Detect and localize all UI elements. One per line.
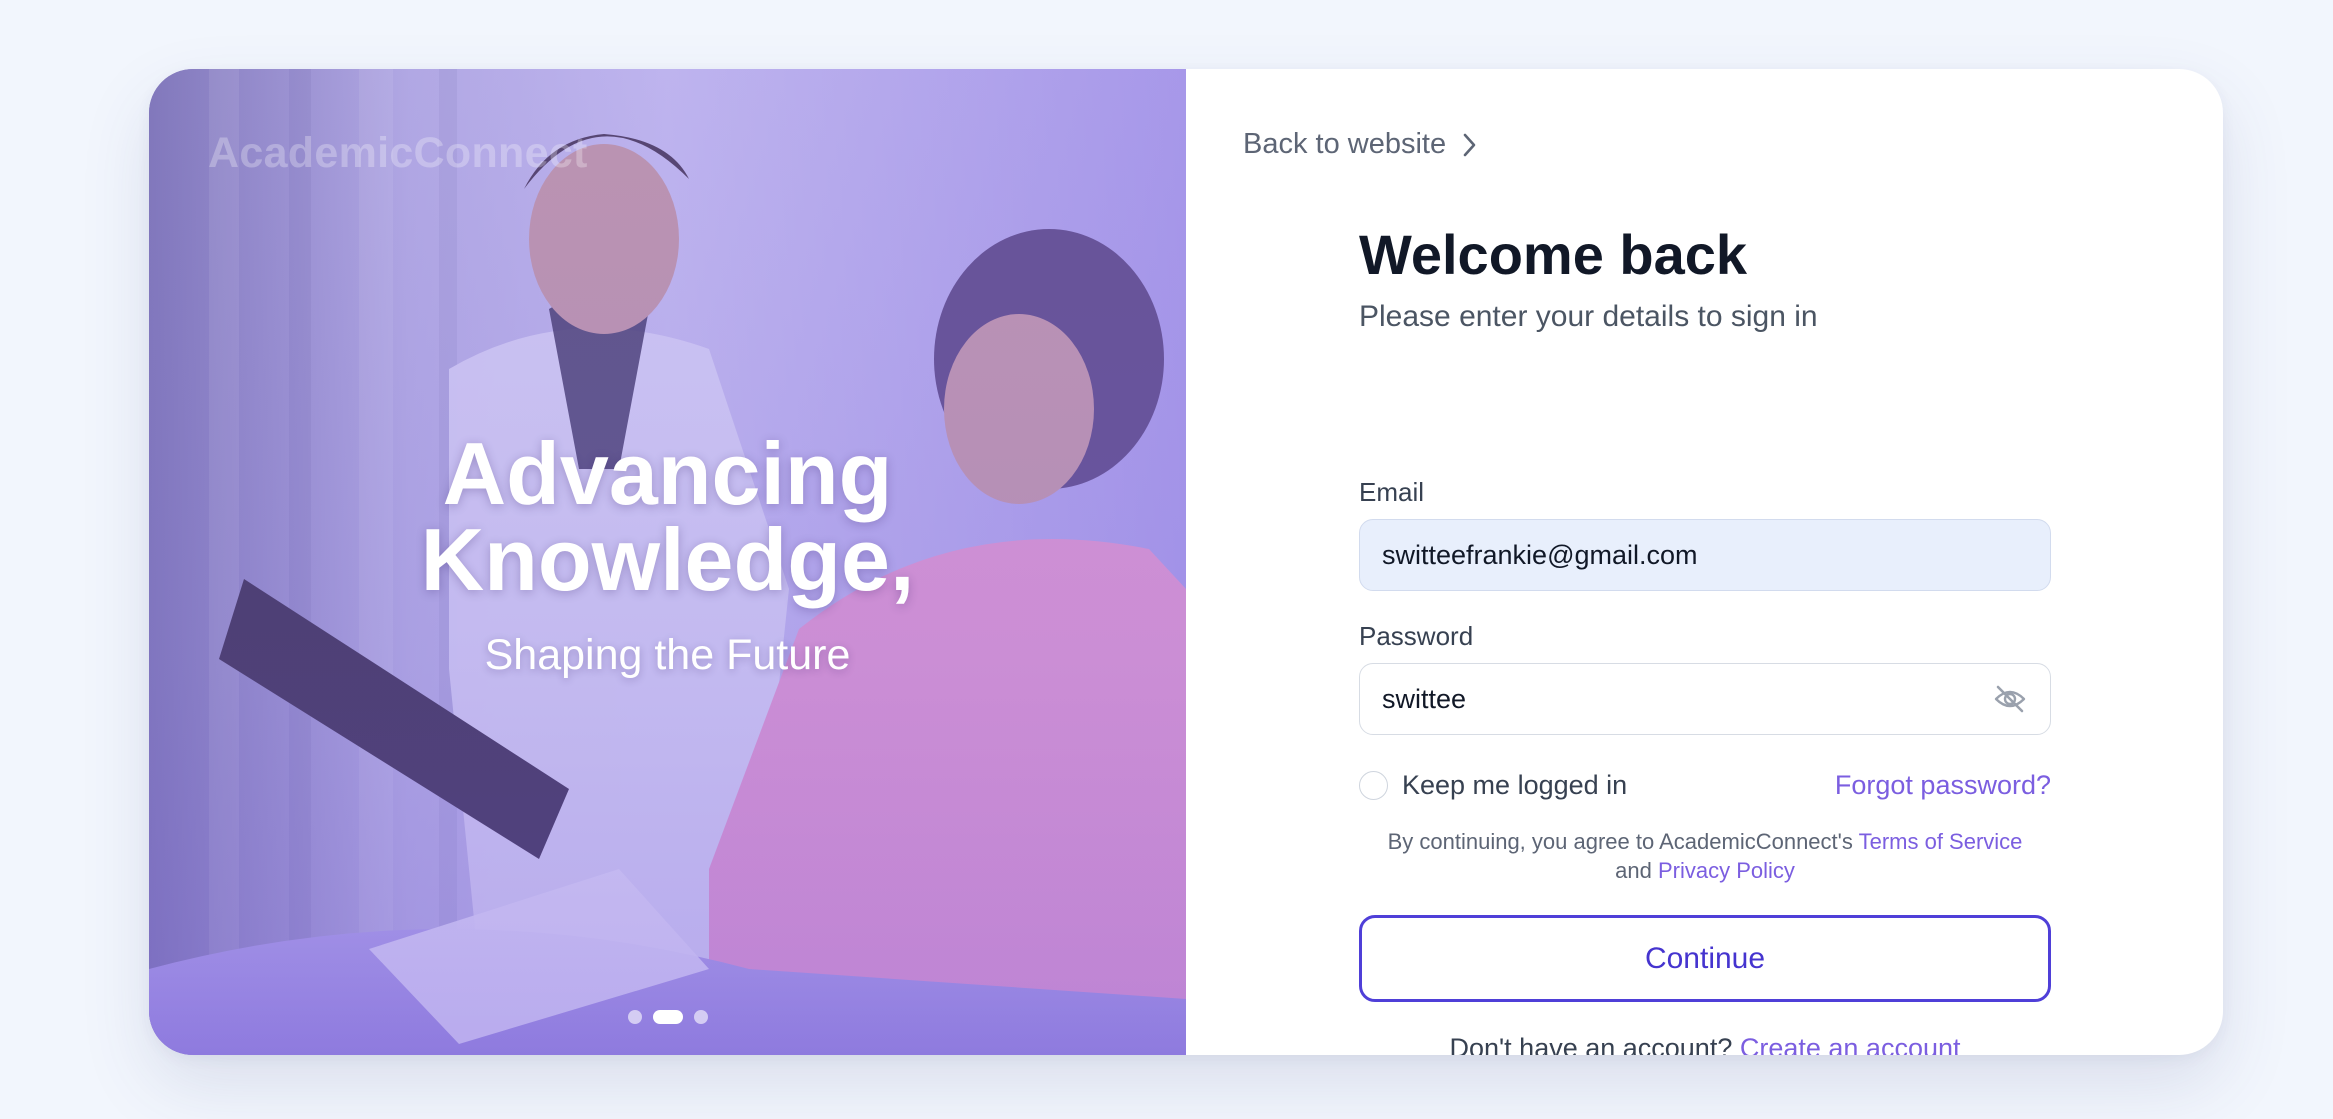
hero-headline-line-2: Knowledge, [420, 510, 915, 609]
terms-of-service-link[interactable]: Terms of Service [1859, 829, 2023, 854]
forgot-password-link[interactable]: Forgot password? [1835, 770, 2051, 801]
hero-panel: AcademicConnect Advancing Knowledge, Sha… [149, 69, 1186, 1055]
terms-prefix-text: By continuing, you agree to AcademicConn… [1387, 829, 1853, 854]
back-to-website-label: Back to website [1243, 128, 1447, 160]
hero-headline-line-1: Advancing [442, 424, 893, 523]
carousel-dot-1[interactable] [627, 1010, 642, 1024]
terms-notice: By continuing, you agree to AcademicConn… [1359, 827, 2051, 885]
remember-me-checkbox[interactable] [1359, 770, 1388, 800]
brand-logo-text: AcademicConnect [208, 129, 588, 177]
carousel-dot-2-active[interactable] [652, 1010, 683, 1024]
email-field[interactable]: switteefrankie@gmail.com [1359, 519, 2051, 591]
continue-button[interactable]: Continue [1359, 915, 2051, 1002]
carousel-indicators [149, 1010, 1186, 1024]
page-title: Welcome back [1359, 223, 1748, 286]
back-to-website-link[interactable]: Back to website [1243, 128, 1478, 161]
email-value: switteefrankie@gmail.com [1382, 539, 1698, 570]
remember-me-option[interactable]: Keep me logged in [1359, 770, 1627, 801]
terms-and-text: and [1615, 858, 1652, 883]
create-account-link[interactable]: Create an account [1740, 1033, 1961, 1055]
carousel-dot-3[interactable] [693, 1010, 708, 1024]
email-label: Email [1359, 477, 1425, 507]
hero-headline: Advancing Knowledge, [149, 424, 1186, 609]
remember-me-label: Keep me logged in [1402, 769, 1628, 800]
chevron-right-icon [1463, 133, 1476, 156]
signup-prompt: Don't have an account? Create an account [1359, 1033, 2051, 1055]
privacy-policy-link[interactable]: Privacy Policy [1658, 858, 1795, 883]
signup-prompt-text: Don't have an account? [1449, 1033, 1733, 1055]
password-field[interactable]: swittee [1359, 663, 2051, 735]
login-options-row: Keep me logged in Forgot password? [1359, 765, 2051, 805]
password-value: swittee [1382, 683, 1467, 714]
sign-in-form: Welcome back Please enter your details t… [1359, 223, 2051, 1055]
page-subtitle: Please enter your details to sign in [1359, 300, 1818, 333]
login-card: AcademicConnect Advancing Knowledge, Sha… [149, 69, 2223, 1055]
eye-off-icon[interactable] [1992, 681, 2028, 717]
password-label: Password [1359, 621, 1474, 651]
hero-subline: Shaping the Future [484, 631, 851, 679]
